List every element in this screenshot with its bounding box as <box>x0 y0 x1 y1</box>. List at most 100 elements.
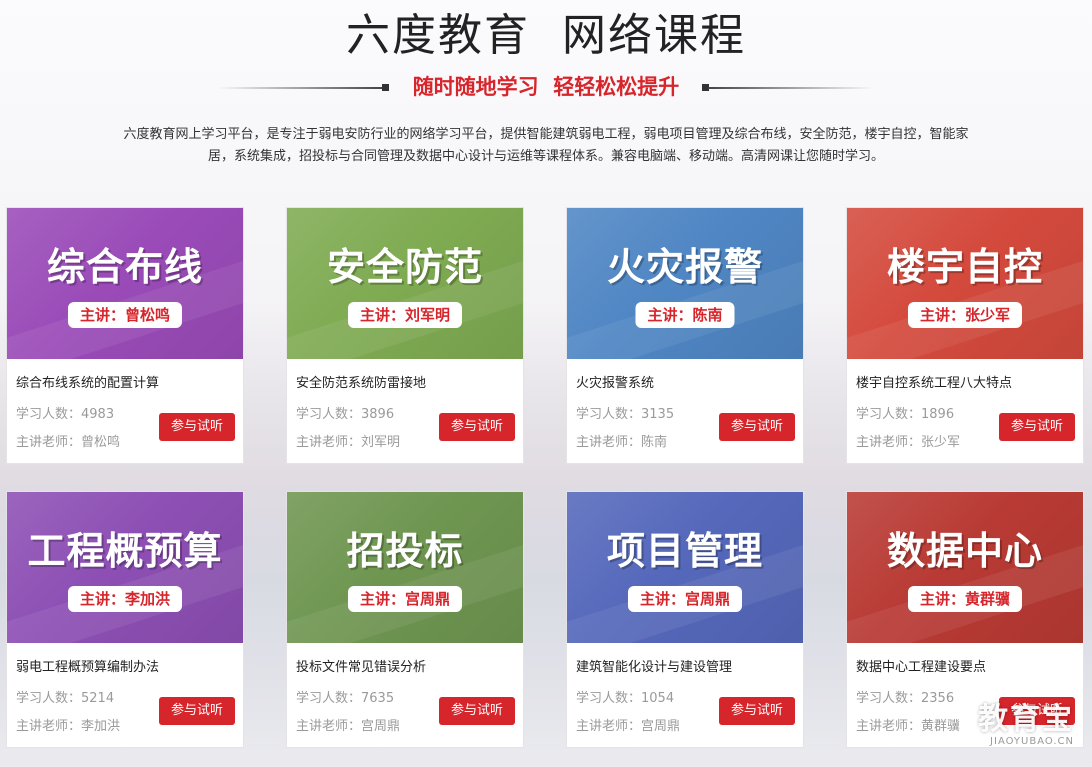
learner-count-value: 3896 <box>361 407 395 422</box>
lesson-title[interactable]: 投标文件常见错误分析 <box>296 656 426 675</box>
course-teacher: 主讲老师：黄群骥 <box>856 715 960 734</box>
course-teacher-name: 曾松鸣 <box>81 435 121 450</box>
lesson-title[interactable]: 弱电工程概预算编制办法 <box>16 656 159 675</box>
trial-button[interactable]: 参与试听 <box>159 413 235 441</box>
course-banner[interactable]: 数据中心主讲：黄群骥 <box>847 492 1083 643</box>
course-teacher-name: 宫周鼎 <box>641 719 681 734</box>
learner-count: 学习人数：7635 <box>296 687 394 706</box>
learner-count-label: 学习人数： <box>856 691 922 706</box>
watermark-url: JIAOYUBAO.CN <box>990 736 1074 747</box>
learner-count: 学习人数：4983 <box>16 403 114 422</box>
trial-button[interactable]: 参与试听 <box>439 697 515 725</box>
course-card[interactable]: 工程概预算 主讲：李加洪 弱电工程概预算编制办法 学习人数：5214 主讲老师：李加洪参… <box>6 491 244 748</box>
course-banner[interactable]: 项目管理主讲：宫周鼎 <box>567 492 803 643</box>
learner-count-label: 学习人数： <box>576 691 642 706</box>
course-teacher-name: 宫周鼎 <box>361 719 401 734</box>
course-card[interactable]: 综合布线 主讲：曾松鸣 综合布线系统的配置计算 学习人数：4983 主讲老师：曾松鸣 参与… <box>6 207 244 464</box>
course-teacher-name: 刘军明 <box>361 435 401 450</box>
teacher-tag-prefix: 主讲： <box>639 590 685 608</box>
course-banner-title: 项目管理 <box>606 529 763 573</box>
teacher-tag: 主讲：宫周鼎 <box>347 586 463 612</box>
course-banner-title: 数据中心 <box>886 529 1043 573</box>
learner-count-label: 学习人数： <box>576 407 642 422</box>
teacher-tag-name: 张少军 <box>965 306 1011 324</box>
learner-count-value: 3135 <box>641 407 675 422</box>
learner-count-label: 学习人数： <box>16 691 82 706</box>
lesson-title[interactable]: 综合布线系统的配置计算 <box>16 372 159 391</box>
teacher-tag-name: 宫周鼎 <box>685 590 731 608</box>
course-card[interactable]: 招投标 主讲：宫周鼎 投标文件常见错误分析 学习人数：7635 主讲老师：宫周鼎 参与试听 <box>286 491 524 748</box>
trial-button[interactable]: 参与试听 <box>719 697 795 725</box>
course-banner[interactable]: 火灾报警主讲：陈南 <box>567 208 803 359</box>
course-teacher: 主讲老师：张少军 <box>856 431 960 450</box>
lesson-title[interactable]: 楼宇自控系统工程八大特点 <box>856 372 1012 391</box>
learner-count: 学习人数：5214 <box>16 687 114 706</box>
learner-count: 学习人数：1896 <box>856 403 954 422</box>
lesson-title[interactable]: 火灾报警系统 <box>576 372 654 391</box>
teacher-tag: 主讲：曾松鸣 <box>67 302 183 328</box>
course-teacher-name: 张少军 <box>921 435 961 450</box>
course-banner[interactable]: 楼宇自控主讲：张少军 <box>847 208 1083 359</box>
course-teacher: 主讲老师：曾松鸣 <box>16 431 120 450</box>
course-teacher-label: 主讲老师： <box>576 435 642 450</box>
lesson-title[interactable]: 安全防范系统防雷接地 <box>296 372 426 391</box>
course-teacher-name: 陈南 <box>641 435 668 450</box>
trial-button[interactable]: 参与试听 <box>719 413 795 441</box>
teacher-tag-prefix: 主讲： <box>919 306 965 324</box>
course-banner[interactable]: 招投标主讲：宫周鼎 <box>287 492 523 643</box>
course-banner-title: 综合布线 <box>46 245 203 289</box>
subtitle: 随时随地学习 轻轻松松提升 <box>412 75 680 99</box>
watermark-logo: 教育宝 JIAOYUBAO.CN <box>978 702 1074 748</box>
subtitle-divider-right <box>708 87 873 89</box>
page-title: 六度教育 网络课程 <box>346 10 746 61</box>
course-teacher: 主讲老师：宫周鼎 <box>296 715 400 734</box>
course-card[interactable]: 火灾报警 主讲：陈南 火灾报警系统 学习人数：3135 主讲老师：陈南 参与试听 <box>566 207 804 464</box>
course-teacher-label: 主讲老师： <box>576 719 642 734</box>
course-banner-title: 火灾报警 <box>606 245 763 289</box>
teacher-tag-prefix: 主讲： <box>359 590 405 608</box>
teacher-tag-name: 黄群骥 <box>965 590 1011 608</box>
page-description: 六度教育网上学习平台，是专注于弱电安防行业的网络学习平台，提供智能建筑弱电工程，… <box>123 127 969 164</box>
course-banner-title: 楼宇自控 <box>886 245 1043 289</box>
trial-button[interactable]: 参与试听 <box>999 413 1075 441</box>
course-banner-title: 招投标 <box>346 529 464 573</box>
course-teacher: 主讲老师：李加洪 <box>16 715 120 734</box>
teacher-tag: 主讲：陈南 <box>635 302 735 328</box>
page-header: 六度教育 网络课程 随时随地学习 轻轻松松提升 六度教育网上学习平台，是专注于弱… <box>0 0 1092 200</box>
teacher-tag: 主讲：张少军 <box>907 302 1023 328</box>
course-banner[interactable]: 综合布线主讲：曾松鸣 <box>7 208 243 359</box>
learner-count: 学习人数：3135 <box>576 403 674 422</box>
teacher-tag: 主讲：宫周鼎 <box>627 586 743 612</box>
learner-count: 学习人数：1054 <box>576 687 674 706</box>
teacher-tag-name: 李加洪 <box>125 590 171 608</box>
learner-count-value: 4983 <box>81 407 115 422</box>
course-teacher-label: 主讲老师： <box>856 435 922 450</box>
teacher-tag-name: 刘军明 <box>405 306 451 324</box>
subtitle-row: 随时随地学习 轻轻松松提升 <box>0 70 1092 106</box>
learner-count-value: 7635 <box>361 691 395 706</box>
teacher-tag-prefix: 主讲： <box>647 306 693 324</box>
watermark-text: 教育宝 <box>978 702 1074 737</box>
course-card[interactable]: 项目管理 主讲：宫周鼎 建筑智能化设计与建设管理 学习人数：1054 主讲老师：宫周鼎参… <box>566 491 804 748</box>
course-teacher: 主讲老师：宫周鼎 <box>576 715 680 734</box>
learner-count: 学习人数：3896 <box>296 403 394 422</box>
trial-button[interactable]: 参与试听 <box>159 697 235 725</box>
learner-count: 学习人数：2356 <box>856 687 954 706</box>
teacher-tag-prefix: 主讲： <box>919 590 965 608</box>
course-teacher-label: 主讲老师： <box>296 719 362 734</box>
course-teacher-name: 李加洪 <box>81 719 121 734</box>
lesson-title[interactable]: 建筑智能化设计与建设管理 <box>576 656 732 675</box>
teacher-tag-name: 曾松鸣 <box>125 306 171 324</box>
lesson-title[interactable]: 数据中心工程建设要点 <box>856 656 986 675</box>
course-teacher: 主讲老师：陈南 <box>576 431 667 450</box>
course-banner[interactable]: 安全防范 主讲：刘军明 <box>287 208 523 359</box>
course-teacher: 主讲老师：刘军明 <box>296 431 400 450</box>
teacher-tag-prefix: 主讲： <box>79 306 125 324</box>
course-banner[interactable]: 工程概预算 主讲：李加洪 <box>7 492 243 643</box>
learner-count-value: 2356 <box>921 691 955 706</box>
course-card[interactable]: 楼宇自控 主讲：张少军 楼宇自控系统工程八大特点 学习人数：1896 主讲老师：张少军参… <box>846 207 1084 464</box>
course-card[interactable]: 安全防范 主讲：刘军明 安全防范系统防雷接地 学习人数：3896 主讲老师：刘军明 参与试… <box>286 207 524 464</box>
course-teacher-label: 主讲老师： <box>296 435 362 450</box>
trial-button[interactable]: 参与试听 <box>439 413 515 441</box>
learner-count-value: 5214 <box>81 691 115 706</box>
